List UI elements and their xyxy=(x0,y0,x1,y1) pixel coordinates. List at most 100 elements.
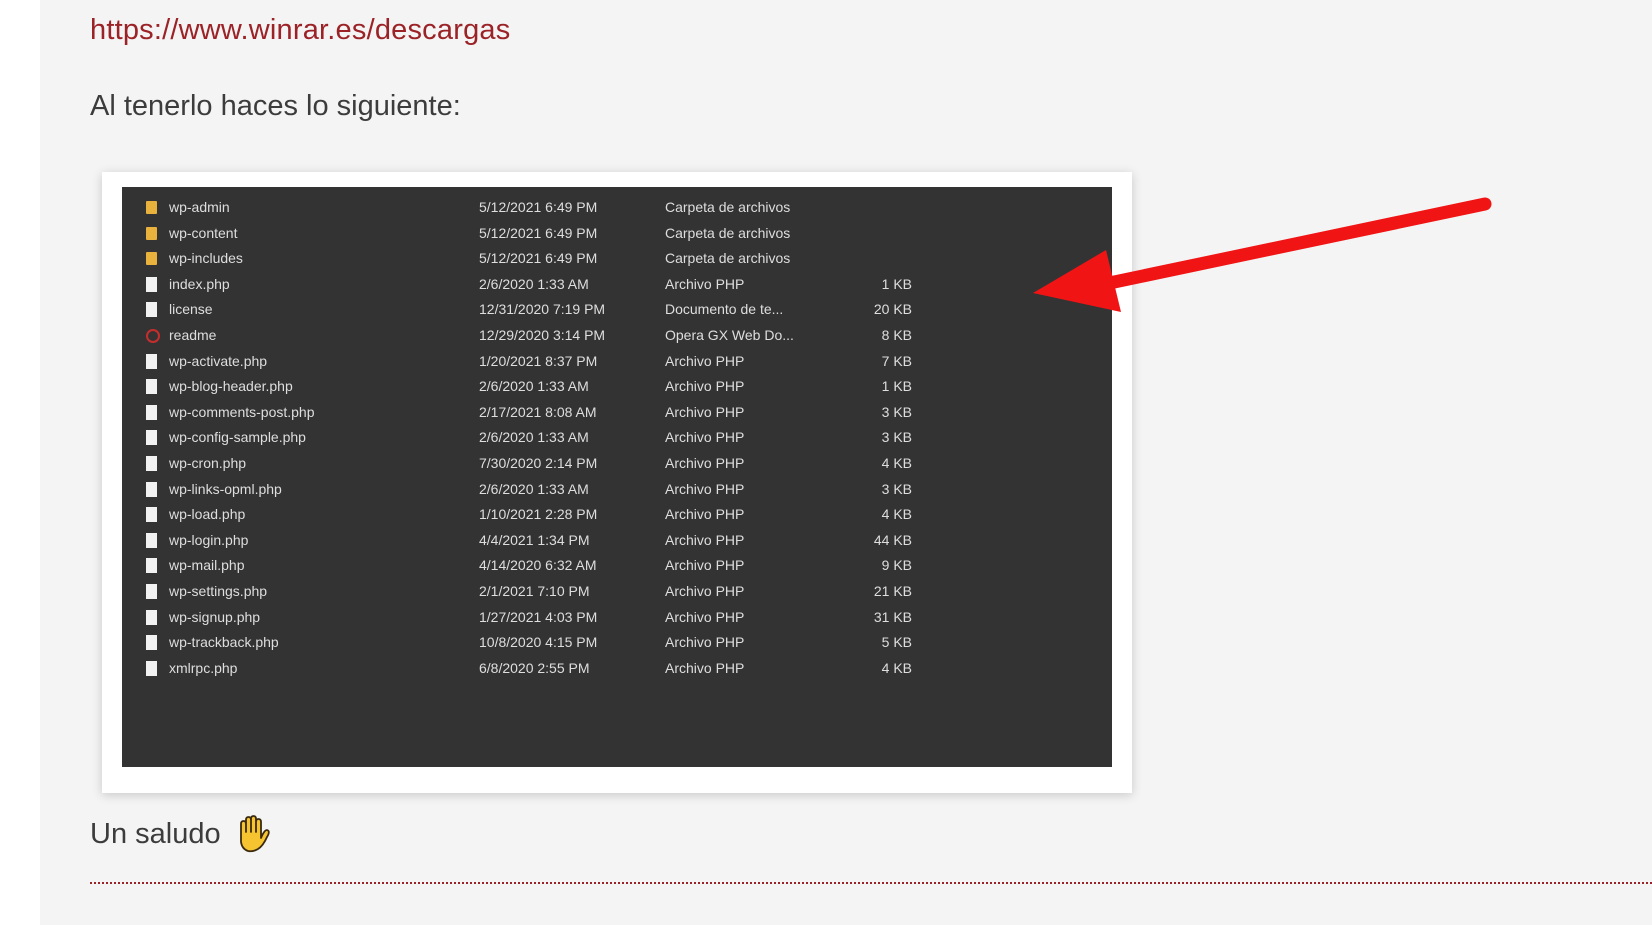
file-date: 2/6/2020 1:33 AM xyxy=(479,429,589,446)
file-name: readme xyxy=(169,327,217,343)
file-type: Documento de te... xyxy=(665,301,784,318)
file-type: Carpeta de archivos xyxy=(665,199,791,215)
file-row[interactable]: index.php 2/6/2020 1:33 AM Archivo PHP 1 KB xyxy=(122,272,1112,299)
file-type: Archivo PHP xyxy=(665,480,745,497)
file-icon xyxy=(146,609,157,625)
file-row[interactable]: wp-settings.php 2/1/2021 7:10 PM Archivo P… xyxy=(122,579,1112,606)
file-row[interactable]: wp-load.php 1/10/2021 2:28 PM Archivo PHP 4… xyxy=(122,502,1112,529)
file-name: index.php xyxy=(169,275,230,292)
file-name: wp-settings.php xyxy=(169,583,268,599)
file-size: 4 KB xyxy=(881,659,912,676)
file-row[interactable]: wp-signup.php 1/27/2021 4:03 PM Archivo PH… xyxy=(122,605,1112,632)
file-icon xyxy=(146,353,157,369)
file-row[interactable]: wp-links-opml.php 2/6/2020 1:33 AM Archivo… xyxy=(122,477,1112,504)
file-row[interactable]: wp-cron.php 7/30/2020 2:14 PM Archivo PHP 4… xyxy=(122,451,1112,478)
file-size: 3 KB xyxy=(881,480,912,497)
greeting: Un saludo xyxy=(90,814,271,854)
file-icon xyxy=(146,430,157,446)
file-size: 31 KB xyxy=(873,608,912,625)
file-type: Archivo PHP xyxy=(665,506,745,523)
file-row[interactable]: wp-trackback.php 10/8/2020 4:15 PM Archivo… xyxy=(122,630,1112,657)
file-type: Archivo PHP xyxy=(665,352,745,369)
file-row[interactable]: wp-includes 5/12/2021 6:49 PM Carpeta de a… xyxy=(122,246,1112,273)
file-type: Archivo PHP xyxy=(665,378,745,395)
file-size: 3 KB xyxy=(881,403,912,420)
file-row[interactable]: wp-login.php 4/4/2021 1:34 PM Archivo PHP 4… xyxy=(122,528,1112,555)
file-date: 12/31/2020 7:19 PM xyxy=(479,301,606,318)
file-icon xyxy=(146,660,157,676)
file-icon xyxy=(146,456,157,471)
file-size: 3 KB xyxy=(881,429,912,446)
file-size: 8 KB xyxy=(881,327,912,343)
file-name: wp-signup.php xyxy=(169,608,261,625)
file-date: 4/4/2021 1:34 PM xyxy=(479,531,590,548)
file-type: Archivo PHP xyxy=(665,455,745,471)
file-row[interactable]: wp-content 5/12/2021 6:49 PM Carpeta de ar… xyxy=(122,221,1112,248)
file-size: 1 KB xyxy=(881,275,912,292)
file-date: 2/1/2021 7:10 PM xyxy=(479,583,590,599)
file-explorer-screenshot: wp-admin 5/12/2021 6:49 PM Carpeta de arch… xyxy=(122,187,1112,767)
file-date: 2/6/2020 1:33 AM xyxy=(479,275,589,292)
file-size: 1 KB xyxy=(881,378,912,395)
file-icon xyxy=(146,481,157,497)
file-date: 2/6/2020 1:33 AM xyxy=(479,480,589,497)
file-date: 6/8/2020 2:55 PM xyxy=(479,659,590,676)
file-size: 44 KB xyxy=(873,531,912,548)
file-date: 1/10/2021 2:28 PM xyxy=(479,506,598,523)
file-size: 20 KB xyxy=(873,301,912,318)
file-name: wp-login.php xyxy=(169,531,249,548)
file-icon xyxy=(146,302,157,318)
file-date: 2/6/2020 1:33 AM xyxy=(479,378,589,395)
file-row[interactable]: xmlrpc.php 6/8/2020 2:55 PM Archivo PHP 4 K… xyxy=(122,656,1112,683)
screenshot-figure: wp-admin 5/12/2021 6:49 PM Carpeta de arch… xyxy=(102,172,1132,793)
instruction-text: Al tenerlo haces lo siguiente: xyxy=(90,90,461,122)
file-row[interactable]: license 12/31/2020 7:19 PM Documento de te… xyxy=(122,297,1112,324)
file-size: 21 KB xyxy=(873,583,912,599)
file-type: Archivo PHP xyxy=(665,608,745,625)
file-row[interactable]: wp-activate.php 1/20/2021 8:37 PM Archivo … xyxy=(122,349,1112,376)
file-row[interactable]: wp-blog-header.php 2/6/2020 1:33 AM Archiv… xyxy=(122,374,1112,401)
file-name: wp-load.php xyxy=(169,506,246,523)
file-size: 4 KB xyxy=(881,506,912,523)
file-row[interactable]: readme 12/29/2020 3:14 PM Opera GX Web Do.… xyxy=(122,323,1112,350)
file-name: wp-content xyxy=(169,224,238,241)
file-date: 1/27/2021 4:03 PM xyxy=(479,608,598,625)
folder-icon xyxy=(146,252,157,266)
file-date: 5/12/2021 6:49 PM xyxy=(479,199,598,215)
file-type: Carpeta de archivos xyxy=(665,224,791,241)
file-size: 7 KB xyxy=(881,352,912,369)
file-icon xyxy=(146,532,157,548)
file-row[interactable]: wp-admin 5/12/2021 6:49 PM Carpeta de arch… xyxy=(122,195,1112,222)
file-name: wp-links-opml.php xyxy=(169,480,282,497)
file-name: wp-activate.php xyxy=(169,352,268,369)
file-name: wp-blog-header.php xyxy=(169,378,293,395)
file-name: wp-mail.php xyxy=(169,557,245,574)
next-post-text: —— ——— ——— —— — ————— ——— — xyxy=(90,912,661,925)
file-type: Archivo PHP xyxy=(665,583,745,599)
file-size: 4 KB xyxy=(881,455,912,471)
file-type: Archivo PHP xyxy=(665,557,745,574)
folder-icon xyxy=(146,201,157,214)
file-type: Archivo PHP xyxy=(665,634,745,651)
file-name: wp-config-sample.php xyxy=(169,429,306,446)
file-row[interactable]: wp-config-sample.php 2/6/2020 1:33 AM Arch… xyxy=(122,425,1112,452)
file-date: 7/30/2020 2:14 PM xyxy=(479,455,598,471)
file-type: Archivo PHP xyxy=(665,403,745,420)
file-name: wp-cron.php xyxy=(169,455,247,471)
file-name: license xyxy=(169,301,213,318)
file-name: wp-includes xyxy=(169,250,243,267)
file-type: Opera GX Web Do... xyxy=(665,327,794,343)
file-type: Archivo PHP xyxy=(665,275,745,292)
file-type: Archivo PHP xyxy=(665,659,745,676)
file-icon xyxy=(146,558,157,574)
file-icon xyxy=(146,404,157,420)
file-row[interactable]: wp-mail.php 4/14/2020 6:32 AM Archivo PHP 9… xyxy=(122,553,1112,580)
file-date: 5/12/2021 6:49 PM xyxy=(479,224,598,241)
winrar-download-link[interactable]: https://www.winrar.es/descargas xyxy=(90,14,510,47)
file-row[interactable]: wp-comments-post.php 2/17/2021 8:08 AM Arc… xyxy=(122,400,1112,427)
file-date: 5/12/2021 6:49 PM xyxy=(479,250,598,267)
left-margin xyxy=(0,0,40,925)
file-date: 12/29/2020 3:14 PM xyxy=(479,327,606,343)
file-icon xyxy=(146,584,157,599)
file-date: 1/20/2021 8:37 PM xyxy=(479,352,598,369)
